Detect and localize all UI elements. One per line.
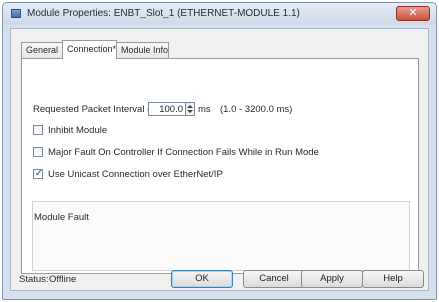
dialog-client-area: General Connection* Module Info Requeste… bbox=[10, 28, 429, 291]
title-bar[interactable]: Module Properties: ENBT_Slot_1 (ETHERNET… bbox=[3, 3, 436, 25]
apply-button[interactable]: Apply bbox=[301, 270, 363, 288]
spin-up-arrow-icon[interactable] bbox=[187, 105, 193, 108]
module-fault-group: Module Fault bbox=[32, 201, 410, 271]
ok-button[interactable]: OK bbox=[171, 270, 233, 288]
spin-down-arrow-icon[interactable] bbox=[187, 110, 193, 113]
connection-tab-panel: Requested Packet Interval (RPI): ms (1.0… bbox=[21, 58, 419, 274]
window-icon bbox=[11, 9, 21, 18]
cancel-button[interactable]: Cancel bbox=[243, 270, 305, 288]
status-value: Offline bbox=[49, 274, 77, 285]
status-label: Status: bbox=[19, 274, 49, 285]
close-icon: ✕ bbox=[408, 7, 418, 19]
close-button[interactable]: ✕ bbox=[396, 6, 430, 21]
unicast-connection-label: Use Unicast Connection over EtherNet/IP bbox=[48, 169, 223, 180]
rpi-range: (1.0 - 3200.0 ms) bbox=[220, 104, 293, 115]
rpi-input[interactable] bbox=[148, 102, 186, 116]
module-properties-window: Module Properties: ENBT_Slot_1 (ETHERNET… bbox=[2, 2, 437, 300]
checkmark-icon: ✓ bbox=[34, 168, 44, 179]
help-button[interactable]: Help bbox=[362, 270, 424, 288]
tab-general[interactable]: General bbox=[21, 42, 63, 58]
inhibit-module-checkbox[interactable] bbox=[33, 125, 43, 135]
major-fault-label: Major Fault On Controller If Connection … bbox=[48, 147, 319, 158]
tab-module-info[interactable]: Module Info bbox=[116, 42, 169, 58]
window-title: Module Properties: ENBT_Slot_1 (ETHERNET… bbox=[27, 8, 300, 19]
tab-connection[interactable]: Connection* bbox=[62, 40, 117, 59]
rpi-spinner[interactable] bbox=[186, 102, 195, 116]
inhibit-module-label: Inhibit Module bbox=[48, 125, 108, 136]
unicast-connection-checkbox[interactable]: ✓ bbox=[33, 168, 44, 179]
major-fault-checkbox[interactable] bbox=[33, 147, 43, 157]
rpi-unit: ms bbox=[198, 104, 211, 115]
module-fault-label: Module Fault bbox=[34, 212, 89, 223]
